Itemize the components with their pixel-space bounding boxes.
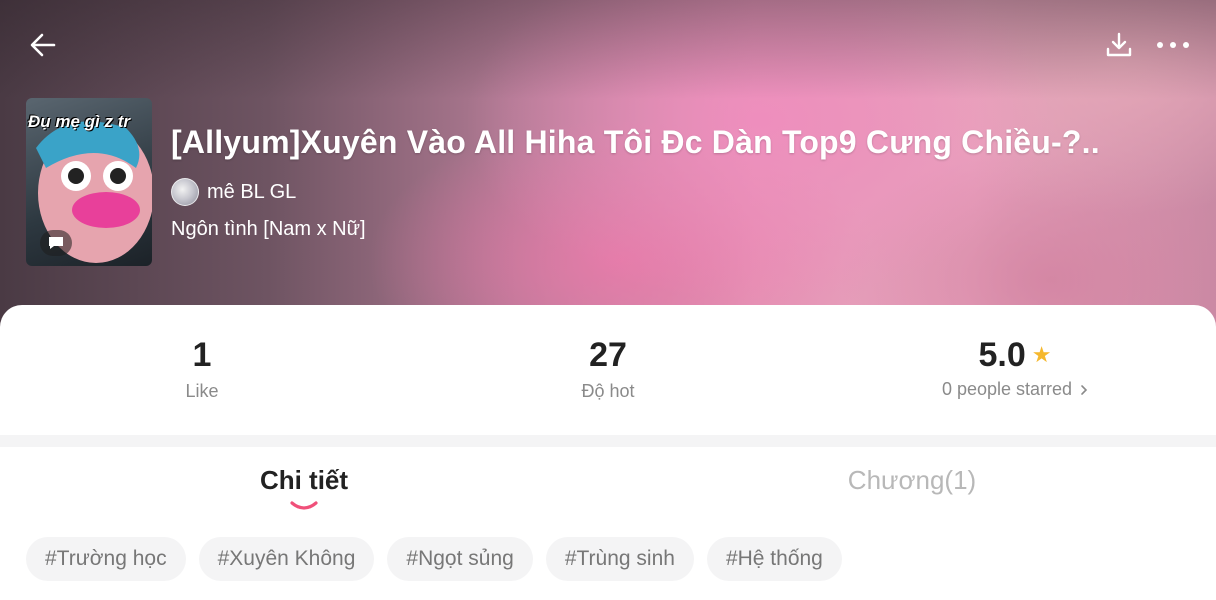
hot-label: Độ hot [581,381,635,401]
tag-chip[interactable]: #Ngọt sủng [387,537,533,581]
tag-chip[interactable]: #Trường học [26,537,186,581]
hero-banner [0,0,1216,330]
comment-badge [40,230,72,256]
rating-stat[interactable]: 5.0 ★ 0 people starred [920,305,1110,400]
tag-chip[interactable]: #Trùng sinh [545,537,694,581]
rating-value: 5.0 [978,336,1026,374]
tab-detail[interactable]: Chi tiết [204,465,404,496]
more-dots-icon [1157,42,1189,48]
download-button[interactable] [1104,30,1136,60]
more-button[interactable] [1154,30,1192,60]
like-count: 1 [192,336,212,374]
chat-bubble-icon [49,237,63,249]
back-button[interactable] [26,28,60,62]
stats-panel: 1 Like 27 Độ hot 5.0 ★ 0 people starred [0,305,1216,435]
arrow-left-icon [30,33,56,57]
tag-list: #Trường học #Xuyên Không #Ngọt sủng #Trùng … [26,537,842,581]
tag-chip[interactable]: #Xuyên Không [198,537,375,581]
tab-chapters[interactable]: Chương(1) [812,465,1012,496]
hot-count: 27 [589,336,627,374]
download-icon [1106,32,1132,57]
avatar [171,178,199,206]
starred-link[interactable]: 0 people starred [920,379,1110,400]
section-divider [0,435,1216,447]
cover-caption: Đụ mẹ gì z tr [28,112,131,131]
tab-bar: Chi tiết Chương(1) [0,447,1216,527]
chevron-right-icon [1081,384,1088,395]
genre-label: Ngôn tình [Nam x Nữ] [171,218,366,240]
like-stat: 1 Like [102,305,302,402]
hot-stat: 27 Độ hot [508,305,708,402]
author-link[interactable]: mê BL GL [171,178,296,206]
author-name: mê BL GL [207,180,297,203]
like-label: Like [185,381,219,401]
tag-chip[interactable]: #Hệ thống [706,537,842,581]
book-title: [Allyum]Xuyên Vào All Hiha Tôi Đc Dàn To… [171,124,1100,160]
starred-label: 0 people starred [941,379,1073,399]
tab-indicator [290,501,318,510]
book-cover[interactable]: Đụ mẹ gì z tr [26,98,152,266]
star-icon: ★ [1031,342,1052,367]
